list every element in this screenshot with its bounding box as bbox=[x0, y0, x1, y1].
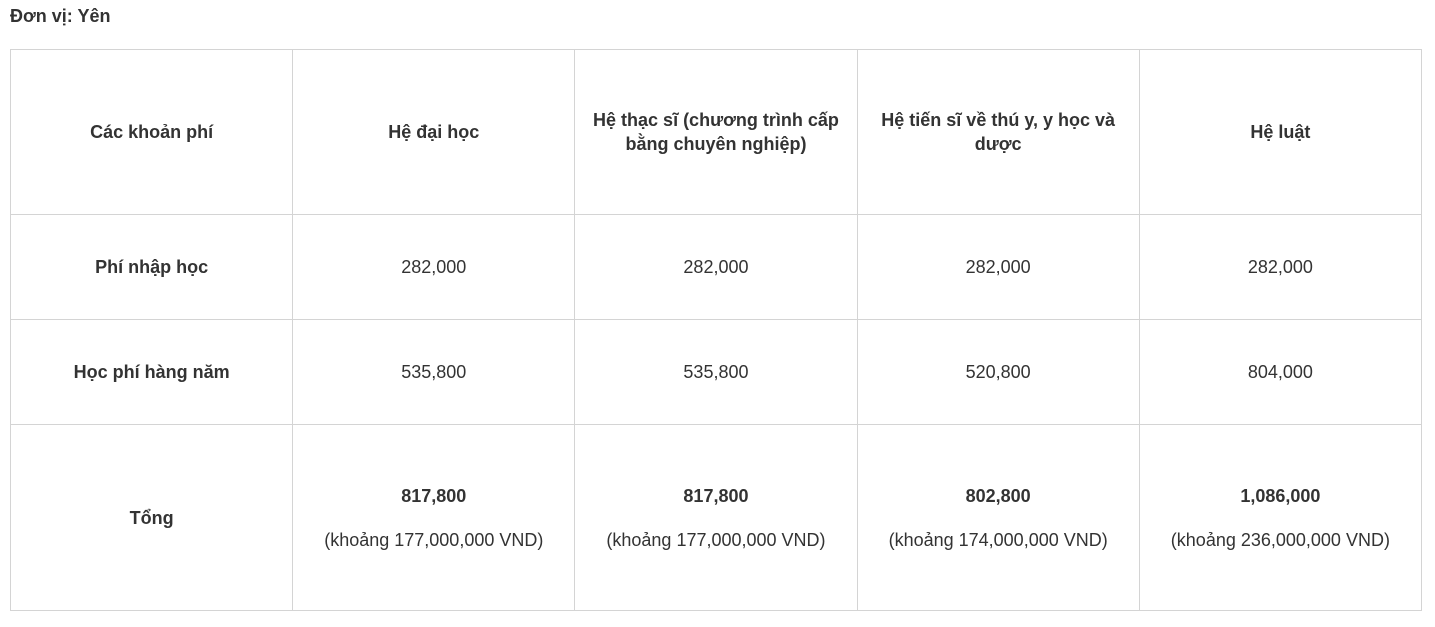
table-cell: 282,000 bbox=[292, 214, 576, 320]
total-value: 817,800 bbox=[401, 485, 467, 506]
total-cell: 817,800 (khoảng 177,000,000 VND) bbox=[292, 424, 576, 611]
header-cell-masters: Hệ thạc sĩ (chương trình cấp bằng chuyên… bbox=[574, 49, 858, 215]
header-cell-undergraduate: Hệ đại học bbox=[292, 49, 576, 215]
total-approx-vnd: (khoảng 177,000,000 VND) bbox=[606, 529, 826, 550]
table-row-total: Tổng 817,800 (khoảng 177,000,000 VND) 81… bbox=[9, 424, 1423, 611]
total-cell: 1,086,000 (khoảng 236,000,000 VND) bbox=[1138, 424, 1423, 611]
table-cell: 535,800 bbox=[574, 319, 858, 425]
total-approx-vnd: (khoảng 236,000,000 VND) bbox=[1170, 529, 1390, 550]
table-cell: 804,000 bbox=[1138, 319, 1423, 425]
header-cell-doctorate: Hệ tiến sĩ về thú y, y học và dược bbox=[856, 49, 1140, 215]
row-label: Học phí hàng năm bbox=[9, 319, 294, 425]
table-row-annual-tuition: Học phí hàng năm 535,800 535,800 520,800… bbox=[9, 319, 1423, 425]
table-row-admission-fee: Phí nhập học 282,000 282,000 282,000 282… bbox=[9, 214, 1423, 320]
total-approx-vnd: (khoảng 174,000,000 VND) bbox=[888, 529, 1108, 550]
total-cell: 817,800 (khoảng 177,000,000 VND) bbox=[574, 424, 858, 611]
table-cell: 535,800 bbox=[292, 319, 576, 425]
table-cell: 520,800 bbox=[856, 319, 1140, 425]
total-value: 817,800 bbox=[683, 485, 749, 506]
total-cell: 802,800 (khoảng 174,000,000 VND) bbox=[856, 424, 1140, 611]
table-header-row: Các khoản phí Hệ đại học Hệ thạc sĩ (chư… bbox=[9, 49, 1423, 215]
row-label: Phí nhập học bbox=[9, 214, 294, 320]
total-approx-vnd: (khoảng 177,000,000 VND) bbox=[324, 529, 544, 550]
header-cell-fees: Các khoản phí bbox=[9, 49, 294, 215]
table-cell: 282,000 bbox=[856, 214, 1140, 320]
table-cell: 282,000 bbox=[574, 214, 858, 320]
unit-label: Đơn vị: Yên bbox=[10, 6, 111, 26]
table-cell: 282,000 bbox=[1138, 214, 1423, 320]
fees-table: Các khoản phí Hệ đại học Hệ thạc sĩ (chư… bbox=[9, 49, 1423, 611]
total-value: 802,800 bbox=[965, 485, 1031, 506]
header-cell-law: Hệ luật bbox=[1138, 49, 1423, 215]
row-label: Tổng bbox=[9, 424, 294, 611]
total-value: 1,086,000 bbox=[1240, 485, 1321, 506]
